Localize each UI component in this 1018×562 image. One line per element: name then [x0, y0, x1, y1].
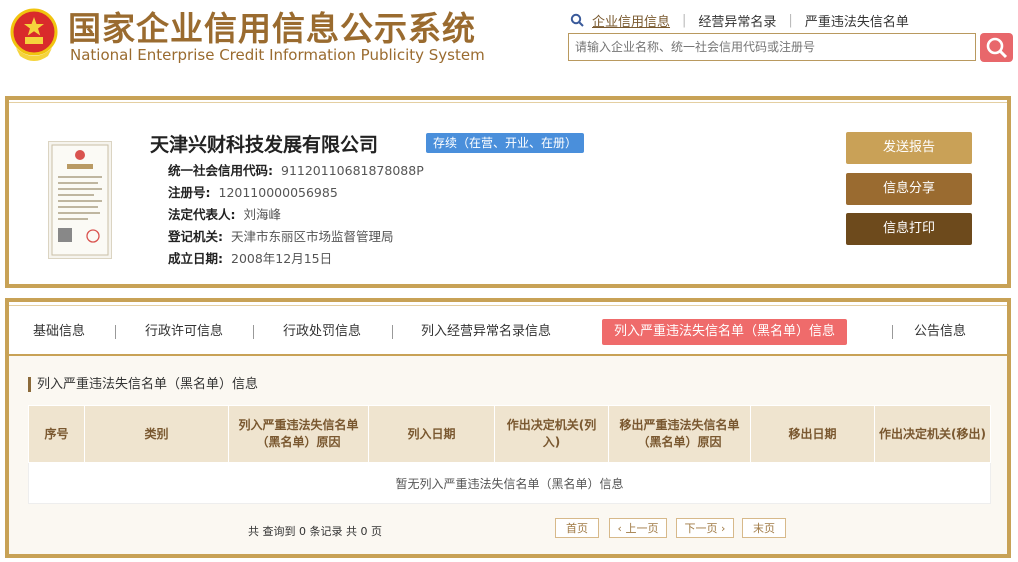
col-header: 作出决定机关(移出) [874, 405, 991, 463]
info-value: 91120110681878088P [281, 163, 424, 178]
info-credit-code: 统一社会信用代码: 91120110681878088P [168, 160, 424, 179]
status-badge: 存续（在营、开业、在册） [426, 133, 585, 153]
prev-page-button[interactable]: ‹ 上一页 [609, 518, 667, 538]
next-page-button[interactable]: 下一页 › [676, 518, 734, 538]
nav-enterprise-credit[interactable]: 企业信用信息 [592, 11, 670, 30]
share-info-button[interactable]: 信息分享 [846, 173, 972, 205]
info-value: 刘海峰 [243, 207, 282, 222]
info-value: 120110000056985 [218, 185, 338, 200]
info-reg-authority: 登记机关: 天津市东丽区市场监督管理局 [168, 226, 394, 245]
business-license-image[interactable] [48, 141, 112, 259]
nav-divider: | [682, 12, 687, 28]
company-name: 天津兴财科技发展有限公司 [150, 134, 379, 156]
search-button[interactable] [980, 33, 1013, 62]
tab-basic-info[interactable]: 基础信息 [33, 319, 85, 345]
nav-abnormal-list[interactable]: 经营异常名录 [698, 11, 776, 30]
empty-message: 暂无列入严重违法失信名单（黑名单）信息 [28, 462, 991, 504]
search-icon [570, 13, 584, 27]
tab-divider [115, 325, 116, 339]
col-header: 列入严重违法失信名单（黑名单）原因 [228, 405, 369, 463]
info-value: 天津市东丽区市场监督管理局 [231, 229, 394, 244]
national-emblem-icon [10, 8, 58, 61]
tab-announcements[interactable]: 公告信息 [914, 319, 966, 345]
last-page-button[interactable]: 末页 [742, 518, 786, 538]
tab-admin-license[interactable]: 行政许可信息 [145, 319, 223, 345]
search-input[interactable] [568, 33, 976, 61]
nav-divider: | [788, 12, 793, 28]
info-label: 注册号: [168, 185, 211, 200]
site-subtitle: National Enterprise Credit Information P… [70, 46, 485, 64]
table-row: 暂无列入严重违法失信名单（黑名单）信息 [28, 462, 991, 504]
top-nav: 企业信用信息 | 经营异常名录 | 严重违法失信名单 [570, 10, 909, 30]
send-report-button[interactable]: 发送报告 [846, 132, 972, 164]
tab-divider [392, 325, 393, 339]
col-header: 作出决定机关(列入) [494, 405, 609, 463]
info-value: 2008年12月15日 [231, 251, 333, 266]
info-label: 法定代表人: [168, 207, 236, 222]
search-icon [986, 37, 1008, 59]
col-header: 类别 [84, 405, 229, 463]
table-header-row: 序号 类别 列入严重违法失信名单（黑名单）原因 列入日期 作出决定机关(列入) … [28, 405, 991, 463]
tab-admin-penalty[interactable]: 行政处罚信息 [283, 319, 361, 345]
page-summary: 共 查询到 0 条记录 共 0 页 [248, 525, 382, 538]
site-title: 国家企业信用信息公示系统 [68, 9, 476, 48]
col-header: 序号 [28, 405, 85, 463]
tab-abnormal-list[interactable]: 列入经营异常名录信息 [421, 319, 551, 345]
first-page-button[interactable]: 首页 [555, 518, 599, 538]
info-reg-number: 注册号: 120110000056985 [168, 182, 338, 201]
col-header: 移出日期 [750, 405, 875, 463]
info-established-date: 成立日期: 2008年12月15日 [168, 248, 332, 267]
nav-blacklist[interactable]: 严重违法失信名单 [805, 11, 909, 30]
tab-divider [892, 325, 893, 339]
info-label: 统一社会信用代码: [168, 163, 273, 178]
info-label: 登记机关: [168, 229, 223, 244]
col-header: 移出严重违法失信名单（黑名单）原因 [608, 405, 751, 463]
info-legal-rep: 法定代表人: 刘海峰 [168, 204, 281, 223]
tab-divider [253, 325, 254, 339]
section-title: 列入严重违法失信名单（黑名单）信息 [28, 377, 258, 392]
col-header: 列入日期 [368, 405, 495, 463]
info-label: 成立日期: [168, 251, 223, 266]
tab-blacklist[interactable]: 列入严重违法失信名单（黑名单）信息 [602, 319, 848, 345]
blacklist-table: 序号 类别 列入严重违法失信名单（黑名单）原因 列入日期 作出决定机关(列入) … [28, 405, 991, 504]
print-info-button[interactable]: 信息打印 [846, 213, 972, 245]
